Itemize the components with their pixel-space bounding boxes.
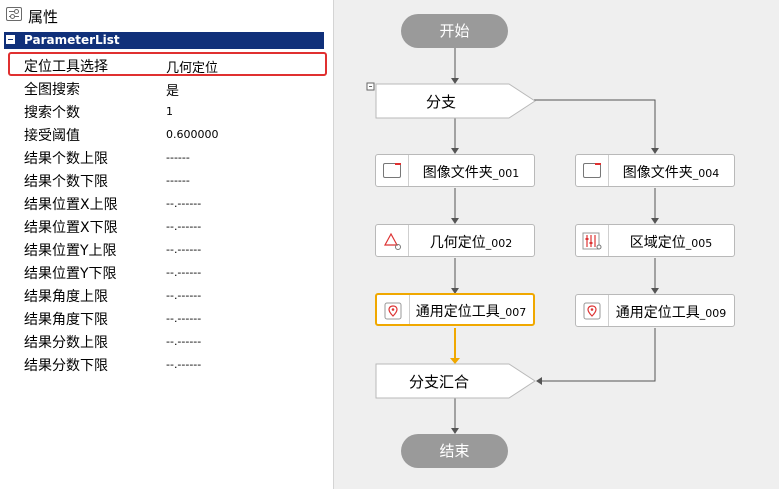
property-row[interactable]: 结果位置X上限 --.------ (18, 191, 324, 214)
group-label: ParameterList (24, 33, 120, 47)
branch-node-label[interactable]: 分支 (426, 91, 456, 112)
property-row[interactable]: 结果分数下限 --.------ (18, 352, 324, 375)
collapse-toggle-icon[interactable] (6, 35, 15, 44)
property-row[interactable]: 结果位置Y上限 --.------ (18, 237, 324, 260)
start-node[interactable]: 开始 (401, 14, 508, 48)
property-name: 结果个数下限 (24, 174, 108, 190)
parameter-group-header[interactable]: ParameterList (4, 32, 324, 49)
property-name: 结果位置X下限 (24, 220, 118, 236)
property-value[interactable]: --.------ (166, 243, 201, 256)
end-node[interactable]: 结束 (401, 434, 508, 468)
folder-icon (583, 163, 601, 178)
property-value[interactable]: --.------ (166, 289, 201, 302)
location-pin-icon (384, 302, 402, 320)
property-value[interactable]: --.------ (166, 197, 201, 210)
property-row[interactable]: 结果个数下限 ------ (18, 168, 324, 191)
property-row[interactable]: 结果角度上限 --.------ (18, 283, 324, 306)
geometric-locate-icon (383, 232, 401, 250)
property-row[interactable]: 搜索个数 1 (18, 99, 324, 122)
flow-node-generic-locate-007[interactable]: 通用定位工具_007 (375, 293, 535, 326)
property-row[interactable]: 结果分数上限 --.------ (18, 329, 324, 352)
property-name: 结果位置Y上限 (24, 243, 117, 259)
node-suffix: _001 (492, 167, 520, 180)
node-suffix: _007 (499, 306, 527, 319)
property-name: 结果角度上限 (24, 289, 108, 305)
property-value[interactable]: --.------ (166, 266, 201, 279)
flow-node-image-folder-001[interactable]: 图像文件夹_001 (375, 154, 535, 187)
properties-icon (6, 7, 22, 21)
node-suffix: _005 (685, 237, 713, 250)
property-value[interactable]: --.------ (166, 335, 201, 348)
property-value[interactable]: ------ (166, 151, 190, 164)
node-name: 通用定位工具 (415, 304, 500, 320)
property-row[interactable]: 接受阈值 0.600000 (18, 122, 324, 145)
node-suffix: _002 (485, 237, 513, 250)
property-value[interactable]: ------ (166, 174, 190, 187)
property-name: 搜索个数 (24, 105, 80, 121)
property-value[interactable]: 是 (166, 80, 179, 99)
node-name: 图像文件夹 (622, 165, 693, 181)
property-value[interactable]: --.------ (166, 312, 201, 325)
property-row[interactable]: 结果位置Y下限 --.------ (18, 260, 324, 283)
location-pin-icon (583, 302, 601, 320)
property-name: 结果分数上限 (24, 335, 108, 351)
flow-node-generic-locate-009[interactable]: 通用定位工具_009 (575, 294, 735, 327)
property-name: 全图搜索 (24, 82, 80, 98)
region-locate-icon (582, 232, 602, 250)
property-panel: 属性 ParameterList 定位工具选择 几何定位 全图搜索是搜索个数 1 接受阈… (0, 0, 334, 489)
property-name: 结果个数上限 (24, 151, 108, 167)
node-suffix: _004 (692, 167, 720, 180)
property-value[interactable]: 1 (166, 105, 173, 118)
property-value[interactable]: --.------ (166, 358, 201, 371)
property-name: 结果位置X上限 (24, 197, 118, 213)
node-name: 图像文件夹 (422, 165, 493, 181)
property-value[interactable]: --.------ (166, 220, 201, 233)
flow-canvas[interactable]: 开始 分支 图像文件夹_001 几何定位_002 通用定位工具_007 图像文件… (334, 0, 779, 489)
selected-property-highlight (8, 52, 327, 76)
property-name: 接受阈值 (24, 128, 80, 144)
property-name: 结果角度下限 (24, 312, 108, 328)
node-name: 通用定位工具 (615, 305, 700, 321)
node-name: 区域定位 (629, 235, 686, 251)
property-value[interactable]: 0.600000 (166, 128, 219, 141)
node-suffix: _009 (699, 307, 727, 320)
property-row[interactable]: 结果角度下限 --.------ (18, 306, 324, 329)
panel-header: 属性 (0, 0, 333, 30)
merge-node-label[interactable]: 分支汇合 (409, 371, 469, 392)
panel-title: 属性 (28, 8, 59, 26)
property-name: 结果位置Y下限 (24, 266, 117, 282)
node-name: 几何定位 (429, 235, 486, 251)
flow-node-geometric-locate-002[interactable]: 几何定位_002 (375, 224, 535, 257)
flow-node-region-locate-005[interactable]: 区域定位_005 (575, 224, 735, 257)
property-name: 结果分数下限 (24, 358, 108, 374)
property-row[interactable]: 结果位置X下限 --.------ (18, 214, 324, 237)
folder-icon (383, 163, 401, 178)
property-row[interactable]: 结果个数上限 ------ (18, 145, 324, 168)
flow-node-image-folder-004[interactable]: 图像文件夹_004 (575, 154, 735, 187)
property-row[interactable]: 全图搜索 是 (18, 76, 324, 99)
